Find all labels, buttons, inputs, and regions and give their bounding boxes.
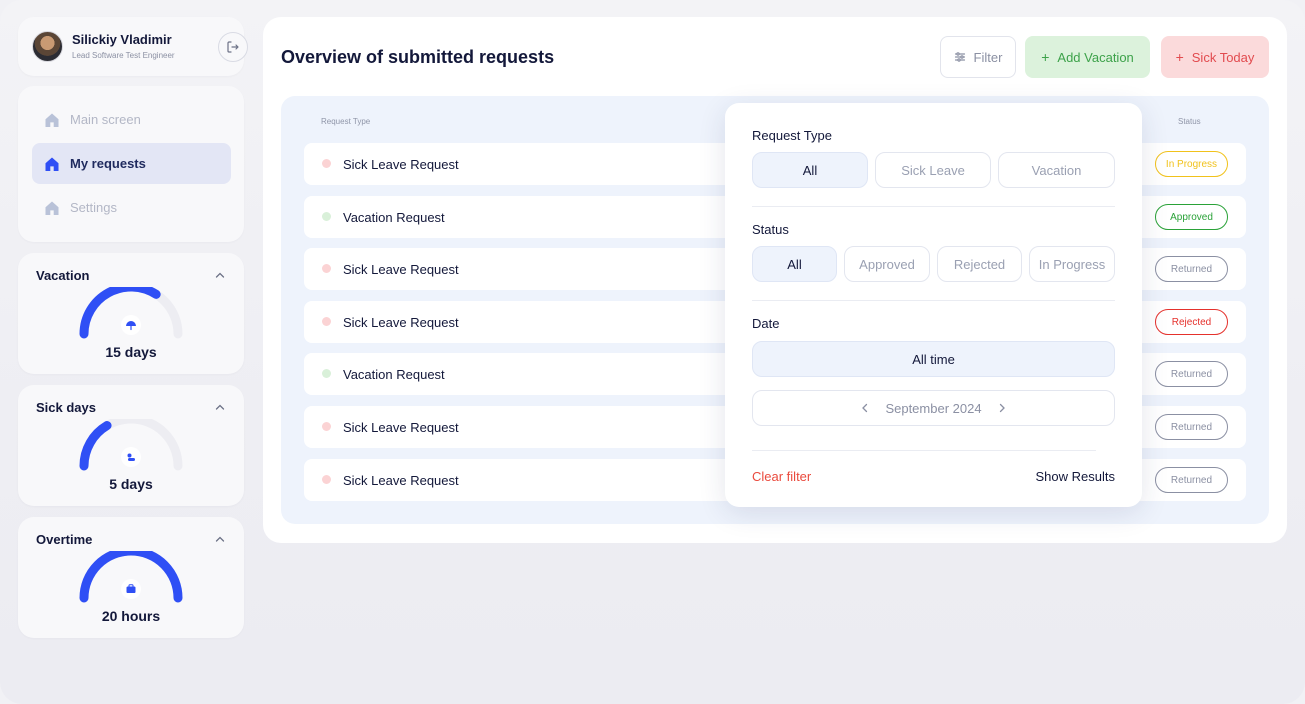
clear-filter-button[interactable]: Clear filter (752, 469, 811, 484)
request-type-filter-label: Request Type (752, 128, 832, 143)
logout-button[interactable] (218, 32, 248, 62)
sick-today-button[interactable]: + Sick Today (1161, 36, 1269, 78)
home-icon (44, 156, 60, 172)
sick-days-gauge (79, 419, 183, 471)
avatar[interactable] (32, 31, 63, 62)
status-dot (322, 369, 331, 378)
page-title: Overview of submitted requests (281, 47, 555, 67)
vacation-gauge (79, 287, 183, 339)
stat-title: Overtime (36, 532, 93, 547)
status-badge: In Progress (1155, 151, 1228, 177)
filter-label: Filter (973, 49, 1003, 65)
month-label: September 2024 (885, 400, 982, 416)
vacation-stat-card: Vacation 15 days (18, 253, 244, 374)
request-type: Sick Leave Request (343, 157, 459, 172)
status-dot (322, 475, 331, 484)
request-type: Vacation Request (343, 210, 445, 225)
overtime-stat-card: Overtime 20 hours (18, 517, 244, 638)
status-dot (322, 317, 331, 326)
date-filter-label: Date (752, 316, 780, 331)
user-role: Lead Software Test Engineer (72, 51, 175, 60)
month-picker: September 2024 (752, 390, 1115, 426)
add-vacation-button[interactable]: + Add Vacation (1025, 36, 1150, 78)
divider (752, 300, 1115, 301)
status-badge: Rejected (1155, 309, 1228, 335)
status-dot (322, 212, 331, 221)
chevron-right-icon[interactable] (996, 402, 1008, 414)
chevron-left-icon[interactable] (859, 402, 871, 414)
logout-icon (227, 41, 239, 53)
stat-value: 20 hours (101, 608, 161, 624)
request-type: Sick Leave Request (343, 473, 459, 488)
plus-icon: + (1041, 49, 1050, 65)
chevron-up-icon[interactable] (214, 269, 226, 281)
sidebar-item-label: Settings (70, 200, 117, 215)
user-name: Silickiy Vladimir (72, 32, 172, 47)
stat-title: Vacation (36, 268, 90, 283)
add-vacation-label: Add Vacation (1057, 49, 1134, 65)
status-badge: Returned (1155, 414, 1228, 440)
request-type: Sick Leave Request (343, 262, 459, 277)
status-badge: Approved (1155, 204, 1228, 230)
profile-card: Silickiy Vladimir Lead Software Test Eng… (18, 17, 248, 76)
column-header-type: Request Type (321, 117, 371, 126)
home-icon (44, 112, 60, 128)
sidebar-item-main-screen[interactable]: Main screen (32, 99, 231, 140)
sidebar-nav: Main screen My requests Settings (18, 86, 244, 242)
request-type-option-sick-leave[interactable]: Sick Leave (875, 152, 991, 188)
request-type: Vacation Request (343, 367, 445, 382)
sick-days-stat-card: Sick days 5 days (18, 385, 244, 506)
date-option-all-time[interactable]: All time (752, 341, 1115, 377)
home-icon (44, 200, 60, 216)
app-frame: Silickiy Vladimir Lead Software Test Eng… (0, 0, 1305, 704)
plus-icon: + (1175, 49, 1184, 65)
status-badge: Returned (1155, 256, 1228, 282)
status-option-all[interactable]: All (752, 246, 837, 282)
show-results-button[interactable]: Show Results (1036, 469, 1115, 484)
request-type-option-vacation[interactable]: Vacation (998, 152, 1115, 188)
sidebar-item-label: Main screen (70, 112, 141, 127)
status-option-approved[interactable]: Approved (844, 246, 930, 282)
stat-title: Sick days (36, 400, 96, 415)
sliders-icon (954, 52, 965, 62)
filter-popover: Request Type All Sick Leave Vacation Sta… (725, 103, 1142, 507)
status-dot (322, 264, 331, 273)
stat-value: 15 days (105, 344, 157, 360)
chevron-up-icon[interactable] (214, 533, 226, 545)
sidebar-item-settings[interactable]: Settings (32, 187, 231, 228)
status-filter-label: Status (752, 222, 789, 237)
status-badge: Returned (1155, 467, 1228, 493)
stat-value: 5 days (109, 476, 153, 492)
request-type: Sick Leave Request (343, 420, 459, 435)
status-dot (322, 422, 331, 431)
overtime-gauge (79, 551, 183, 603)
status-option-rejected[interactable]: Rejected (937, 246, 1022, 282)
sick-today-label: Sick Today (1191, 49, 1255, 65)
filter-button[interactable]: Filter (940, 36, 1016, 78)
column-header-status: Status (1178, 117, 1201, 126)
sidebar-item-my-requests[interactable]: My requests (32, 143, 231, 184)
status-option-in-progress[interactable]: In Progress (1029, 246, 1115, 282)
status-badge: Returned (1155, 361, 1228, 387)
divider (752, 450, 1096, 451)
status-dot (322, 159, 331, 168)
divider (752, 206, 1115, 207)
sidebar-item-label: My requests (70, 156, 146, 171)
request-type: Sick Leave Request (343, 315, 459, 330)
chevron-up-icon[interactable] (214, 401, 226, 413)
request-type-option-all[interactable]: All (752, 152, 868, 188)
